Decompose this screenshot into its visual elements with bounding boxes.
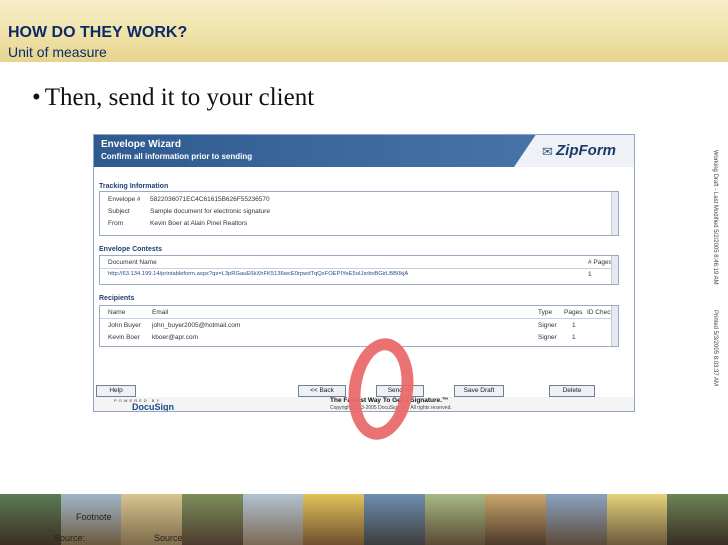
recipients-col-pages: Pages: [564, 309, 583, 316]
wizard-header: Envelope Wizard Confirm all information …: [94, 135, 634, 167]
tracking-section-label: Tracking Information: [99, 183, 169, 190]
house-photo: [0, 494, 61, 545]
contents-section-label: Envelope Contests: [99, 246, 163, 253]
side-vertical-text: Working Draft - Last Modified 5/2/2005 8…: [712, 150, 724, 410]
footnote-text: Footnote: [76, 512, 112, 522]
bullet-text: Then, send it to your client: [44, 84, 315, 111]
slide-subtitle: Unit of measure: [8, 44, 107, 60]
recipients-scrollbar[interactable]: [611, 306, 618, 346]
contents-box: Document Name # Pages http://63.134.199.…: [99, 255, 619, 285]
recipient-pages: 1: [572, 322, 576, 329]
recipients-col-idcheck: ID Check: [587, 309, 614, 316]
docusign-logo: DocuSign: [132, 402, 174, 412]
tracking-key: Envelope #: [108, 196, 141, 203]
document-link[interactable]: http://63.134.199.14/printableform.aspx?…: [108, 271, 408, 277]
house-photo: [485, 494, 547, 545]
house-photo: [606, 494, 668, 545]
tracking-value: 5822036071EC4C61615B626F55236570: [150, 196, 270, 203]
back-button[interactable]: << Back: [298, 385, 346, 397]
delete-button[interactable]: Delete: [549, 385, 595, 397]
tracking-value: Sample document for electronic signature: [150, 208, 270, 215]
house-photo: [667, 494, 728, 545]
house-photo: [242, 494, 304, 545]
divider: [100, 268, 618, 269]
recipient-type: Signer: [538, 334, 557, 341]
zipform-logo-icon: ✉: [542, 144, 553, 159]
tracking-scrollbar[interactable]: [611, 192, 618, 235]
tracking-key: From: [108, 220, 124, 227]
slide-title: HOW DO THEY WORK?: [8, 24, 188, 41]
tracking-key: Subject: [108, 208, 130, 215]
printed-text: Printed 5/3/2005 8:03:37 AM: [712, 310, 718, 387]
house-photo: [182, 494, 243, 545]
recipient-name: Kevin Boer: [108, 334, 140, 341]
recipient-name: John Buyer: [108, 322, 141, 329]
wizard-title: Envelope Wizard: [101, 139, 181, 150]
house-photo: [364, 494, 425, 545]
recipient-email: kboer@apr.com: [152, 334, 198, 341]
recipients-col-name: Name: [108, 309, 126, 316]
house-photo: [424, 494, 486, 545]
recipients-box: Name Email Type Pages ID Check John Buye…: [99, 305, 619, 347]
recipient-type: Signer: [538, 322, 557, 329]
recipients-section-label: Recipients: [99, 295, 135, 302]
bullet-dot: •: [32, 84, 41, 111]
save-draft-button[interactable]: Save Draft: [454, 385, 504, 397]
recipient-email: john_buyer2005@hotmail.com: [152, 322, 241, 329]
document-pages: 1: [588, 271, 592, 278]
recipients-col-email: Email: [152, 309, 169, 316]
help-button[interactable]: Help: [96, 385, 136, 397]
house-photo: [303, 494, 365, 545]
working-draft-text: Working Draft - Last Modified 5/2/2005 8…: [712, 150, 718, 285]
contents-scrollbar[interactable]: [611, 256, 618, 284]
contents-col-name: Document Name: [108, 259, 157, 266]
tracking-value: Kevin Boer at Alain Pinel Realtors: [150, 220, 248, 227]
source-text: Source: [154, 533, 183, 543]
source-text: Source:: [54, 533, 86, 543]
recipient-pages: 1: [572, 334, 576, 341]
divider: [100, 318, 618, 319]
wizard-subtitle: Confirm all information prior to sending: [101, 152, 253, 161]
recipients-col-type: Type: [538, 309, 553, 316]
house-photo: [546, 494, 607, 545]
zipform-logo-text: ZipForm: [556, 142, 616, 159]
zipform-logo-box: ✉ ZipForm: [514, 135, 634, 167]
tracking-box: Envelope # 5822036071EC4C61615B626F55236…: [99, 191, 619, 236]
bullet-point: • Then, send it to your client: [32, 84, 314, 112]
contents-col-pages: # Pages: [588, 259, 612, 266]
